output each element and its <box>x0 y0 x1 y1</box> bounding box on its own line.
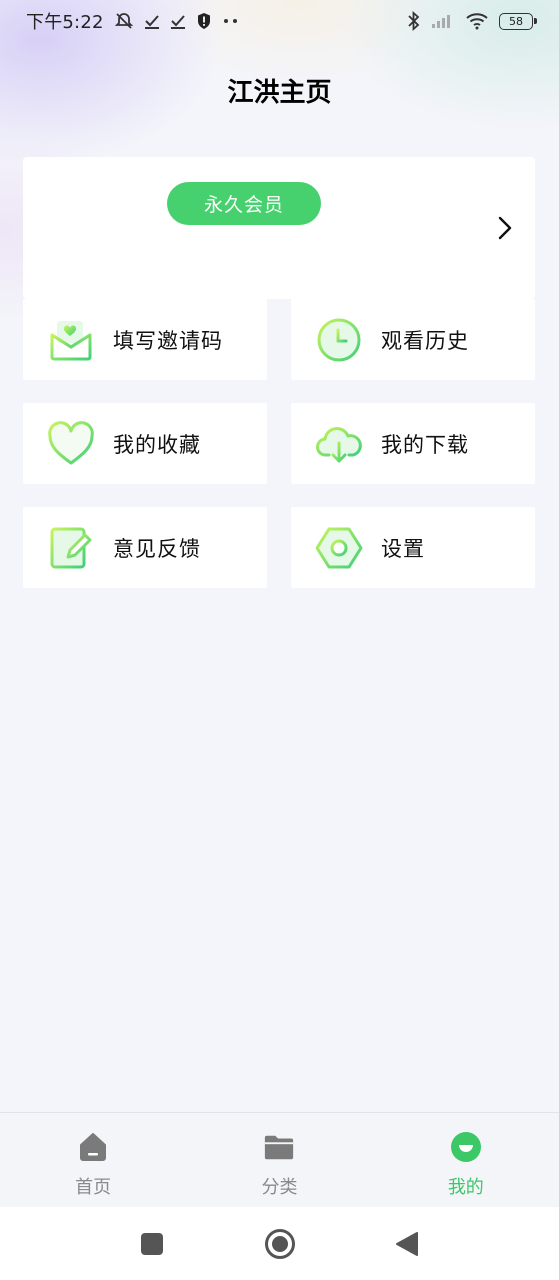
shield-alert-icon <box>196 11 212 31</box>
chevron-right-icon[interactable] <box>493 213 517 243</box>
page-title: 江洪主页 <box>227 78 332 108</box>
tile-downloads[interactable]: 我的下载 <box>291 403 535 484</box>
tile-invite-code[interactable]: 填写邀请码 <box>23 299 267 380</box>
home-icon <box>77 1131 109 1163</box>
tile-label: 观看历史 <box>381 328 469 353</box>
tab-label: 分类 <box>261 1177 298 1198</box>
tile-label: 设置 <box>381 536 425 561</box>
recent-apps-icon[interactable] <box>139 1231 165 1257</box>
status-bar: 下午5:22 58 <box>0 0 559 42</box>
more-dots-icon <box>222 11 240 31</box>
back-nav-icon[interactable] <box>394 1231 420 1257</box>
member-badge[interactable]: 永久会员 <box>167 182 321 225</box>
status-left: 下午5:22 <box>26 8 240 34</box>
settings-hex-icon <box>315 524 363 572</box>
cloud-download-icon <box>315 420 363 468</box>
tile-label: 意见反馈 <box>113 536 201 561</box>
invite-envelope-icon <box>47 316 95 364</box>
tab-label: 我的 <box>447 1177 484 1198</box>
status-time: 下午5:22 <box>26 12 104 33</box>
home-nav-icon[interactable] <box>264 1228 296 1260</box>
edit-note-icon <box>47 524 95 572</box>
check-icon <box>144 11 160 31</box>
heart-icon <box>47 420 95 468</box>
tile-watch-history[interactable]: 观看历史 <box>291 299 535 380</box>
check-icon <box>170 11 186 31</box>
tab-mine[interactable]: 我的 <box>373 1113 559 1207</box>
wifi-icon <box>465 11 489 31</box>
tile-label: 填写邀请码 <box>113 328 223 353</box>
tab-label: 首页 <box>75 1177 112 1198</box>
folder-icon <box>263 1131 295 1163</box>
signal-icon <box>431 11 455 31</box>
tile-label: 我的下载 <box>381 432 469 457</box>
clock-icon <box>315 316 363 364</box>
status-right: 58 <box>407 11 537 31</box>
tile-favorites[interactable]: 我的收藏 <box>23 403 267 484</box>
screen: 下午5:22 58 江洪主页 永久会员 填写邀请码 观看历史 我的收藏 我的下载… <box>0 0 559 1280</box>
mute-bell-icon <box>114 11 134 31</box>
system-nav-bar <box>0 1207 559 1280</box>
tile-feedback[interactable]: 意见反馈 <box>23 507 267 588</box>
tile-settings[interactable]: 设置 <box>291 507 535 588</box>
bluetooth-icon <box>407 11 421 31</box>
bottom-tab-bar: 首页 分类 我的 <box>0 1112 559 1207</box>
tab-category[interactable]: 分类 <box>186 1113 372 1207</box>
tab-home[interactable]: 首页 <box>0 1113 186 1207</box>
smile-icon <box>450 1131 482 1163</box>
tile-label: 我的收藏 <box>113 432 201 457</box>
battery-icon: 58 <box>499 12 537 30</box>
member-card[interactable]: 永久会员 <box>23 157 535 299</box>
